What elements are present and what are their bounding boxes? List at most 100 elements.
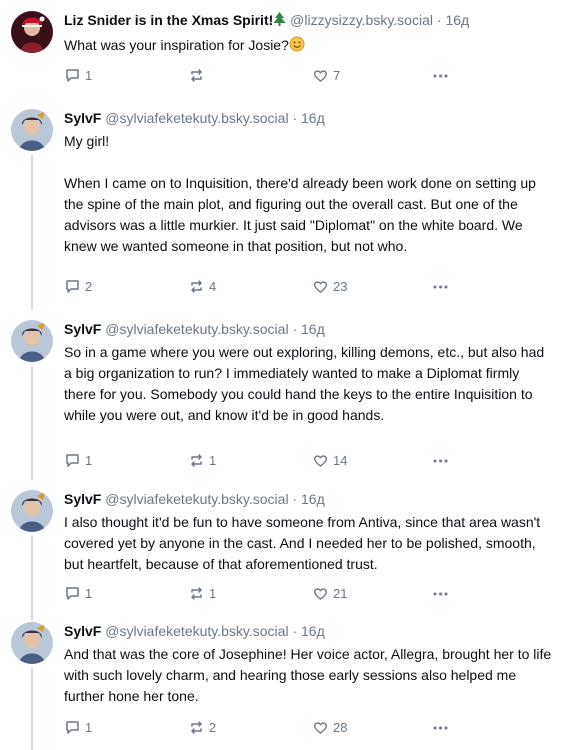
post-thread: Liz Snider is in the Xmas Spirit! @lizzy… [0,0,567,750]
reply-icon [66,586,79,600]
repost-icon [191,586,202,600]
reply-icon [66,453,79,467]
heart-icon [313,587,328,600]
post-actions: 1 1 14 [64,450,484,470]
repost-button[interactable]: 1 [188,583,216,603]
post-text: So in a game where you were out explorin… [64,344,549,423]
reply-button[interactable]: 2 [64,276,92,296]
repost-button[interactable]: 2 [188,717,216,737]
author-name[interactable]: SylvF [64,491,101,507]
author-name[interactable]: SylvF [64,110,101,126]
post-actions: 1 7 [64,65,484,85]
repost-icon [191,68,202,82]
author-handle[interactable]: @sylviafeketekuty.bsky.social [105,491,288,507]
like-count: 23 [333,278,348,294]
more-options-button[interactable] [432,65,449,85]
more-icon [433,726,448,729]
more-icon [433,459,448,462]
like-button[interactable]: 28 [312,717,347,737]
reply-button[interactable]: 1 [64,717,92,737]
reply-button[interactable]: 1 [64,65,92,85]
post-header: SylvF @sylviafeketekuty.bsky.social · 16… [64,109,553,127]
post-header: SylvF @sylviafeketekuty.bsky.social · 16… [64,622,553,640]
post-sylvf-2[interactable]: SylvF @sylviafeketekuty.bsky.social · 16… [0,320,567,470]
more-options-button[interactable] [432,276,449,296]
like-button[interactable]: 14 [312,450,347,470]
author-name[interactable]: Liz Snider is in the Xmas Spirit! [64,12,273,28]
heart-icon [313,280,328,293]
repost-icon [191,453,202,467]
post-time[interactable]: 16д [445,12,469,28]
post-time[interactable]: 16д [301,623,325,639]
avatar-column [11,490,53,532]
post-header: Liz Snider is in the Xmas Spirit! @lizzy… [64,11,553,31]
avatar-column [11,622,53,664]
more-options-button[interactable] [432,450,449,470]
reply-button[interactable]: 1 [64,583,92,603]
author-name[interactable]: SylvF [64,321,101,337]
post-actions: 1 1 21 [64,583,484,603]
heart-icon [313,69,328,82]
more-options-button[interactable] [432,583,449,603]
repost-icon [191,279,202,293]
avatar-column [11,320,53,362]
like-count: 28 [333,719,348,735]
separator-dot: · [292,110,298,126]
author-handle[interactable]: @lizzysizzy.bsky.social [290,12,433,28]
reply-count: 1 [85,67,93,83]
post-text: And that was the core of Josephine! Her … [64,646,556,704]
like-count: 21 [333,585,348,601]
post-header: SylvF @sylviafeketekuty.bsky.social · 16… [64,490,553,508]
christmas-tree-icon [273,12,286,31]
avatar-column [11,109,53,151]
more-options-button[interactable] [432,717,449,737]
separator-dot: · [292,491,298,507]
post-text-content: What was your inspiration for Josie? [64,37,289,53]
author-handle[interactable]: @sylviafeketekuty.bsky.social [105,623,288,639]
more-icon [433,74,448,77]
like-button[interactable]: 21 [312,583,347,603]
heart-icon [313,721,328,734]
heart-icon [313,454,328,467]
author-handle[interactable]: @sylviafeketekuty.bsky.social [105,110,288,126]
avatar[interactable] [11,320,53,362]
post-actions: 2 4 23 [64,276,484,296]
reply-count: 2 [85,278,93,294]
reply-icon [66,68,79,82]
repost-button[interactable]: 4 [188,276,216,296]
post-sylvf-1[interactable]: SylvF @sylviafeketekuty.bsky.social · 16… [0,109,567,299]
more-icon [433,592,448,595]
post-text: I also thought it'd be fun to have someo… [64,514,545,572]
like-button[interactable]: 23 [312,276,347,296]
avatar[interactable] [11,11,53,53]
repost-button[interactable]: 1 [188,450,216,470]
smiling-face-icon [289,36,305,58]
separator-dot: · [436,12,442,28]
post-header: SylvF @sylviafeketekuty.bsky.social · 16… [64,320,553,338]
post-time[interactable]: 16д [301,110,325,126]
reply-icon [66,279,79,293]
repost-count: 4 [209,278,217,294]
like-count: 14 [333,452,348,468]
post-time[interactable]: 16д [301,491,325,507]
repost-count: 1 [209,585,217,601]
separator-dot: · [292,623,298,639]
avatar[interactable] [11,622,53,664]
repost-count: 1 [209,452,217,468]
post-text: What was your inspiration for Josie? [64,35,553,58]
avatar-column [11,11,53,53]
like-button[interactable]: 7 [312,65,340,85]
avatar[interactable] [11,490,53,532]
repost-icon [191,720,202,734]
repost-button[interactable] [188,65,209,85]
avatar[interactable] [11,109,53,151]
reply-count: 1 [85,719,93,735]
reply-button[interactable]: 1 [64,450,92,470]
post-actions: 1 2 28 [64,717,484,737]
author-name[interactable]: SylvF [64,623,101,639]
author-handle[interactable]: @sylviafeketekuty.bsky.social [105,321,288,337]
reply-count: 1 [85,452,93,468]
post-time[interactable]: 16д [301,321,325,337]
more-icon [433,285,448,288]
post-text: My girl! When I came on to Inquisition, … [64,133,536,254]
